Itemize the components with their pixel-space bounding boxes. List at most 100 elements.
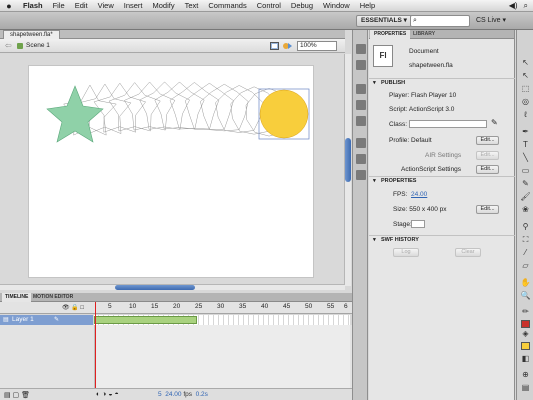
code-snippets-icon[interactable]: [356, 170, 366, 180]
line-tool-icon[interactable]: ╲: [520, 153, 531, 163]
pencil-icon[interactable]: ✎: [54, 316, 59, 323]
menu-debug[interactable]: Debug: [286, 1, 318, 10]
stroke-color-swatch[interactable]: [521, 320, 530, 328]
tab-motion-editor[interactable]: MOTION EDITOR: [30, 293, 76, 302]
scene-breadcrumb[interactable]: Scene 1: [26, 41, 50, 51]
cs-live-button[interactable]: CS Live ▾: [476, 15, 506, 27]
frame-number[interactable]: 5: [158, 391, 162, 398]
black-white-icon[interactable]: ◧: [520, 354, 531, 364]
apple-icon[interactable]: ●: [0, 1, 18, 11]
subselection-tool-icon[interactable]: ↖: [520, 71, 531, 81]
timeline-header: 👁 🔒 □ 5 10 15 20 25 30 35 40 45 50 55 6: [0, 302, 352, 314]
properties-section-header[interactable]: ▾ PROPERTIES: [369, 176, 515, 185]
pencil-icon[interactable]: ✎: [491, 118, 498, 127]
menu-text[interactable]: Text: [180, 1, 204, 10]
deco-tool-icon[interactable]: ❀: [520, 205, 531, 215]
layer-name-cell[interactable]: ▤ Layer 1 ✎: [0, 315, 93, 325]
selection-tool-icon[interactable]: ↖: [520, 58, 531, 68]
empty-frame-area[interactable]: [94, 325, 350, 388]
pen-tool-icon[interactable]: ✒: [520, 127, 531, 137]
color-swatch-icon[interactable]: [356, 60, 366, 70]
menu-app[interactable]: Flash: [18, 1, 48, 10]
brush-tool-icon[interactable]: 🖌: [520, 192, 531, 202]
menu-help[interactable]: Help: [355, 1, 380, 10]
menu-insert[interactable]: Insert: [119, 1, 148, 10]
edit-bar: ⇦ Scene 1 100%: [0, 39, 345, 53]
menu-window[interactable]: Window: [318, 1, 355, 10]
zoom-select[interactable]: 100%: [297, 41, 337, 51]
frame-ruler[interactable]: 5 10 15 20 25 30 35 40 45 50 55 6: [94, 302, 350, 314]
properties-tabs: PROPERTIES LIBRARY: [369, 30, 514, 39]
horizontal-scrollbar[interactable]: [0, 284, 345, 290]
new-layer-icon[interactable]: ▤ ▢ 🗑: [4, 391, 30, 399]
menu-modify[interactable]: Modify: [148, 1, 180, 10]
vertical-scrollbar[interactable]: [344, 54, 351, 286]
info-icon[interactable]: [356, 100, 366, 110]
bone-tool-icon[interactable]: ⚲: [520, 222, 531, 232]
lasso-tool-icon[interactable]: ℓ: [520, 110, 531, 120]
stage-label: Stage:: [393, 221, 412, 228]
help-search-input[interactable]: ⌕: [410, 15, 470, 27]
playhead[interactable]: [95, 302, 96, 388]
snap-to-objects-icon[interactable]: ⊕: [520, 370, 531, 380]
stage-color-swatch[interactable]: [411, 220, 425, 228]
rectangle-tool-icon[interactable]: ▭: [520, 166, 531, 176]
scene-icon: [17, 43, 23, 49]
layer-row[interactable]: ▤ Layer 1 ✎: [0, 315, 352, 325]
fps-value-link[interactable]: 24.00: [411, 190, 427, 199]
eyedropper-tool-icon[interactable]: ⁄: [520, 248, 531, 258]
profile-edit-button[interactable]: Edit...: [476, 136, 499, 145]
pencil-tool-icon[interactable]: ✎: [520, 179, 531, 189]
onion-skin-icons[interactable]: ◐ ◑ ◒ ◓: [96, 391, 119, 398]
paint-bucket-tool-icon[interactable]: ⛶: [520, 235, 531, 245]
menu-control[interactable]: Control: [252, 1, 286, 10]
menu-commands[interactable]: Commands: [203, 1, 251, 10]
onion-skin-outline: [93, 82, 147, 133]
transform-icon[interactable]: [356, 116, 366, 126]
hand-tool-icon[interactable]: ✋: [520, 278, 531, 288]
fill-color-swatch[interactable]: [521, 342, 530, 350]
tab-properties[interactable]: PROPERTIES: [370, 30, 411, 39]
profile-info: Profile: Default: [389, 137, 432, 144]
options-icon[interactable]: ▤: [520, 383, 531, 393]
timeline-tabs: TIMELINE MOTION EDITOR: [0, 293, 352, 302]
publish-section-header[interactable]: ▾ PUBLISH: [369, 78, 515, 87]
menubar-status: ◀) ⌕: [509, 1, 533, 11]
3d-rotation-tool-icon[interactable]: ◎: [520, 97, 531, 107]
vertical-scroll-thumb[interactable]: [345, 138, 351, 182]
layer-visibility-icons[interactable]: 👁 🔒 □: [62, 304, 84, 311]
volume-icon[interactable]: ◀): [509, 1, 518, 10]
motion-presets-icon[interactable]: [356, 154, 366, 164]
document-tab[interactable]: shapetween.fla*: [3, 30, 60, 39]
workspace-switcher[interactable]: ESSENTIALS ▾: [356, 15, 412, 27]
elapsed-time[interactable]: 0.2s: [196, 391, 208, 398]
swf-history-section-header[interactable]: ▾ SWF HISTORY: [369, 235, 515, 244]
stroke-color-icon[interactable]: ✏: [520, 307, 531, 317]
fill-color-icon[interactable]: ◈: [520, 329, 531, 339]
size-edit-button[interactable]: Edit...: [476, 205, 499, 214]
spotlight-icon[interactable]: ⌕: [524, 1, 528, 11]
menu-file[interactable]: File: [48, 1, 70, 10]
fps-value[interactable]: 24.00: [165, 391, 181, 398]
panel-dock: [352, 30, 368, 400]
zoom-tool-icon[interactable]: 🔍: [520, 291, 531, 301]
components-icon[interactable]: [356, 138, 366, 148]
horizontal-scroll-thumb[interactable]: [115, 285, 195, 290]
log-button: Log: [393, 248, 419, 257]
shape-tween-span[interactable]: [94, 316, 197, 324]
actionscript-settings-edit-button[interactable]: Edit...: [476, 165, 499, 174]
edit-symbols-icon[interactable]: [283, 42, 292, 50]
text-tool-icon[interactable]: T: [520, 140, 531, 150]
menu-view[interactable]: View: [93, 1, 119, 10]
stage[interactable]: [28, 65, 314, 278]
free-transform-tool-icon[interactable]: ⬚: [520, 84, 531, 94]
eraser-tool-icon[interactable]: ▱: [520, 261, 531, 271]
history-icon[interactable]: [356, 44, 366, 54]
tab-library[interactable]: LIBRARY: [409, 30, 439, 39]
align-icon[interactable]: [356, 84, 366, 94]
menu-edit[interactable]: Edit: [70, 1, 93, 10]
tab-timeline[interactable]: TIMELINE: [2, 293, 32, 302]
edit-scene-icon[interactable]: [270, 42, 279, 50]
class-input[interactable]: [409, 120, 487, 128]
back-arrow-icon[interactable]: ⇦: [5, 41, 12, 50]
